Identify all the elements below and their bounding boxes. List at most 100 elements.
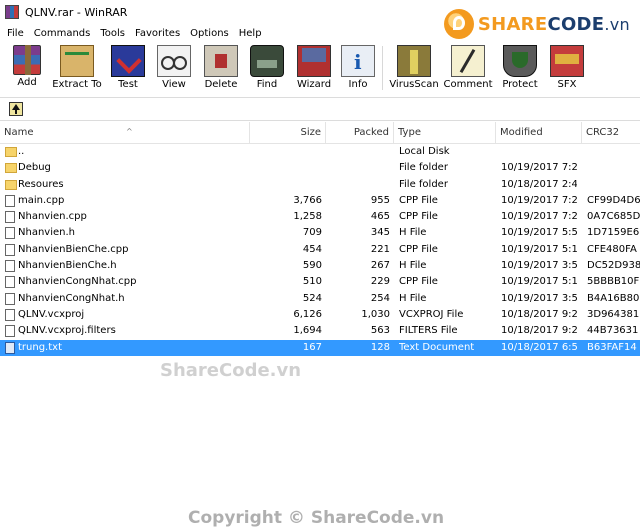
menu-commands[interactable]: Commands (29, 28, 96, 39)
cell-size: 1,694 (293, 325, 322, 337)
cell-crc: 3D964381 (587, 308, 640, 320)
menu-help[interactable]: Help (234, 28, 267, 39)
cell-crc: 1D7159E6 (587, 227, 640, 239)
comment-button-label: Comment (443, 79, 493, 90)
table-row[interactable]: NhanvienCongNhat.cpp 510 229 CPP File 10/19/… (0, 274, 640, 290)
table-row[interactable]: NhanvienBienChe.cpp 454 221 CPP File 10/19/2… (0, 242, 640, 258)
cell-size: 510 (302, 276, 322, 288)
table-row[interactable]: QLNV.vcxproj 6,126 1,030 VCXPROJ File 10/18/… (0, 307, 640, 323)
winrar-app-icon (5, 5, 19, 19)
cell-crc: B4A16B80 (587, 292, 640, 304)
cell-packed (322, 177, 390, 193)
comment-button[interactable]: Comment (441, 42, 495, 94)
table-row[interactable]: NhanvienBienChe.h 590 267 H File 10/19/2017 … (0, 258, 640, 274)
delete-icon (204, 45, 238, 77)
text-file-icon (5, 341, 15, 354)
table-row[interactable]: DebugFile folder10/19/2017 7:2... (0, 160, 640, 176)
menu-bar: File Commands Tools Favorites Options He… (0, 24, 640, 42)
up-folder-icon[interactable] (9, 102, 23, 116)
add-archive-icon (13, 45, 41, 75)
find-button[interactable]: Find (244, 42, 290, 94)
cell-crc: DC52D938 (587, 260, 640, 272)
table-row[interactable]: NhanvienCongNhat.h 524 254 H File 10/19/2017… (0, 291, 640, 307)
extract-to-button[interactable]: Extract To (48, 42, 106, 94)
test-button[interactable]: Test (106, 42, 150, 94)
menu-file[interactable]: File (2, 28, 29, 39)
table-row[interactable]: .. Local Disk (0, 144, 640, 160)
menu-tools[interactable]: Tools (95, 28, 130, 39)
menu-options[interactable]: Options (185, 28, 234, 39)
info-button-label: Info (348, 79, 368, 90)
sort-caret-icon: ^ (126, 127, 133, 136)
file-icon (5, 260, 15, 273)
virusscan-button-label: VirusScan (389, 79, 439, 90)
cell-modified: 10/19/2017 5:1... (501, 243, 577, 255)
info-button[interactable]: Info (338, 42, 378, 94)
protect-button[interactable]: Protect (495, 42, 545, 94)
cell-modified: 10/18/2017 9:2... (501, 325, 577, 337)
cell-modified: 10/18/2017 2:4... (501, 178, 577, 190)
cell-type: Text Document (399, 341, 475, 353)
cell-packed (322, 144, 390, 160)
cell-crc: 44B73631 (587, 325, 639, 337)
sfx-icon (550, 45, 584, 77)
delete-button-label: Delete (204, 79, 238, 90)
cell-modified: 10/19/2017 5:1... (501, 276, 577, 288)
cell-size: 454 (302, 243, 322, 255)
table-row[interactable]: ResouresFile folder10/18/2017 2:4... (0, 177, 640, 193)
menu-favorites[interactable]: Favorites (130, 28, 185, 39)
watermark-center: ShareCode.vn (160, 360, 302, 381)
table-row[interactable]: Nhanvien.cpp 1,258 465 CPP File 10/19/2017 7… (0, 209, 640, 225)
cell-size: 3,766 (293, 194, 322, 206)
sfx-button[interactable]: SFX (545, 42, 589, 94)
column-packed[interactable]: Packed (326, 122, 394, 144)
column-crc32[interactable]: CRC32 (582, 122, 640, 144)
cell-type: Local Disk (399, 146, 450, 157)
cell-modified: 10/19/2017 3:5... (501, 260, 577, 272)
virusscan-button[interactable]: VirusScan (387, 42, 441, 94)
column-modified[interactable]: Modified (496, 122, 582, 144)
delete-button[interactable]: Delete (198, 42, 244, 94)
view-button[interactable]: View (150, 42, 198, 94)
add-button-label: Add (17, 77, 37, 88)
table-row[interactable]: main.cpp3,766955CPP File10/19/2017 7:2..… (0, 193, 640, 209)
cell-packed: 254 (370, 292, 390, 304)
cell-size (250, 160, 322, 176)
column-type[interactable]: Type (394, 122, 496, 144)
table-row[interactable]: Nhanvien.h709345H File10/19/2017 5:5...1… (0, 225, 640, 241)
cell-packed (322, 160, 390, 176)
wizard-button[interactable]: Wizard (290, 42, 338, 94)
cell-packed: 128 (370, 341, 390, 353)
column-name[interactable]: Name ^ (0, 122, 250, 144)
cell-size: 6,126 (293, 308, 322, 320)
cell-type: File folder (399, 178, 448, 190)
toolbar: Add Extract To Test View Delete Find Wiz… (0, 42, 640, 94)
cell-size (250, 177, 322, 193)
file-icon (5, 276, 15, 289)
file-icon (5, 194, 15, 207)
cell-modified: 10/19/2017 5:5... (501, 227, 577, 239)
column-size[interactable]: Size (250, 122, 326, 144)
add-button[interactable]: Add (6, 42, 48, 94)
cell-type: VCXPROJ File (399, 308, 464, 320)
table-row[interactable]: QLNV.vcxproj.filters 1,694 563 FILTERS File… (0, 323, 640, 339)
cell-size: 590 (302, 260, 322, 272)
protect-icon (503, 45, 537, 77)
wizard-button-label: Wizard (296, 79, 332, 90)
cell-type: H File (399, 260, 427, 272)
view-icon (157, 45, 191, 77)
virus-scan-icon (397, 45, 431, 77)
cell-size: 524 (302, 292, 322, 304)
path-bar (0, 97, 640, 121)
cell-type: H File (399, 227, 427, 239)
cell-crc: CF99D4D6 (587, 194, 640, 206)
cell-packed: 345 (370, 227, 390, 239)
cell-modified: 10/18/2017 9:2... (501, 308, 577, 320)
cell-packed: 465 (370, 211, 390, 223)
cell-packed: 1,030 (361, 308, 390, 320)
sfx-button-label: SFX (557, 79, 577, 90)
column-header: Name ^ Size Packed Type Modified CRC32 (0, 122, 640, 144)
table-row[interactable]: trung.txt 167 128 Text Document 10/18/2017 6… (0, 339, 640, 356)
cell-crc: CFE480FA (587, 243, 637, 255)
toolbar-separator (382, 46, 383, 90)
